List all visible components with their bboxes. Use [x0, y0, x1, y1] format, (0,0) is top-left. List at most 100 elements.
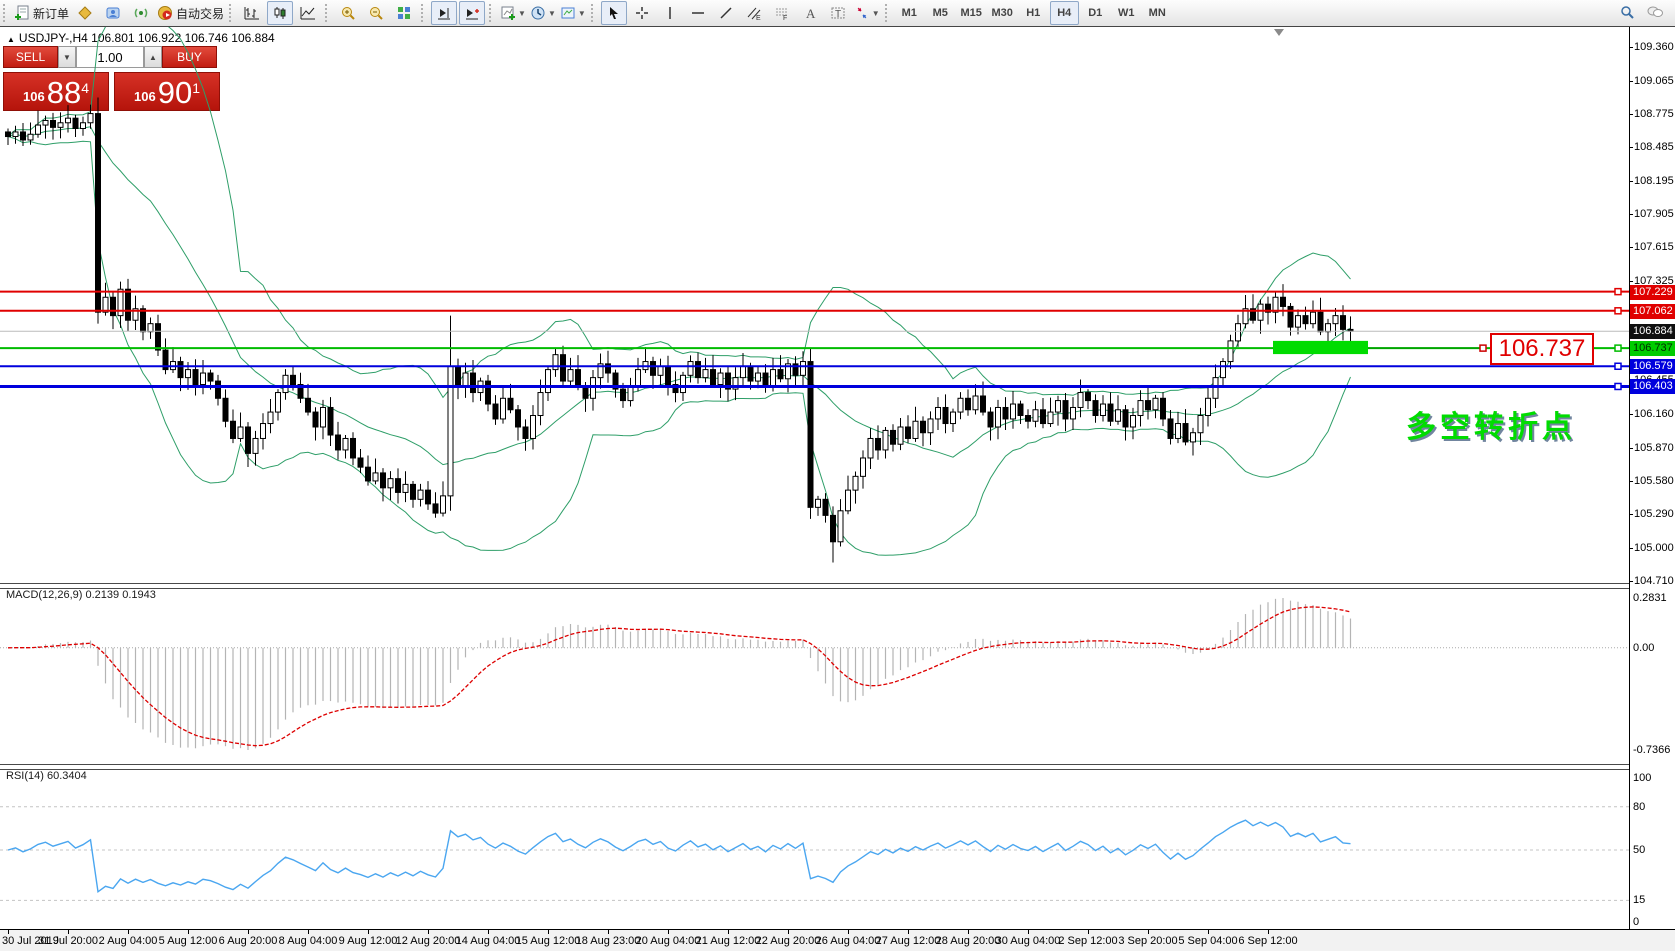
price-badge-107.229: 107.229 [1630, 285, 1675, 300]
candle [988, 407, 993, 440]
auto-scroll-button[interactable] [459, 1, 485, 25]
chevron-down-icon[interactable]: ▼ [872, 9, 880, 18]
chevron-down-icon[interactable]: ▼ [518, 9, 526, 18]
time-tick-mark [908, 930, 909, 934]
price-chart[interactable] [0, 27, 1629, 584]
timeframe-button-m5[interactable]: M5 [926, 1, 955, 25]
zoom-in-button[interactable] [335, 1, 361, 25]
timeframe-button-h4[interactable]: H4 [1050, 1, 1079, 25]
svg-text:A: A [806, 6, 816, 21]
candle [1296, 309, 1301, 334]
profile-button[interactable] [100, 1, 126, 25]
candle [816, 496, 821, 516]
timeframe-button-m1[interactable]: M1 [895, 1, 924, 25]
price-annotation-box[interactable]: 106.737 [1490, 333, 1594, 365]
label-button[interactable]: T [825, 1, 851, 25]
support-zone-rect[interactable] [1273, 341, 1368, 354]
time-tick-label: 28 Aug 20:00 [936, 935, 1001, 947]
hline-marker[interactable] [1615, 345, 1621, 351]
trendline-icon [718, 5, 734, 21]
time-tick-mark [68, 930, 69, 934]
time-axis[interactable]: 30 Jul 201931 Jul 20:002 Aug 04:005 Aug … [0, 930, 1675, 951]
macd-chart[interactable] [0, 588, 1629, 764]
time-tick-label: 21 Aug 12:00 [696, 935, 761, 947]
macd-label: MACD(12,26,9) 0.2139 0.1943 [6, 589, 156, 601]
candle [516, 405, 521, 441]
new-order-icon [14, 5, 30, 21]
timeframe-button-h1[interactable]: H1 [1019, 1, 1048, 25]
chat-icon [1646, 4, 1664, 23]
macd-axis-label: 0.2831 [1633, 592, 1667, 604]
search-button[interactable] [1614, 1, 1640, 25]
auto-trading-button[interactable]: 自动交易 [156, 1, 225, 25]
text-button[interactable]: A [797, 1, 823, 25]
candle [313, 407, 318, 440]
chat-button[interactable] [1642, 1, 1668, 25]
toolbar-grip [229, 4, 234, 22]
candle [306, 384, 311, 416]
line-chart-button[interactable] [295, 1, 321, 25]
rsi-line [8, 820, 1351, 892]
time-tick-label: 5 Aug 12:00 [159, 935, 218, 947]
macd-axis-label: 0.00 [1633, 642, 1654, 654]
candle [276, 389, 281, 420]
templates-button[interactable]: ▼ [559, 1, 587, 25]
hline-button[interactable] [685, 1, 711, 25]
news-signal-button[interactable] [128, 1, 154, 25]
candle [448, 316, 453, 511]
candle [801, 351, 806, 386]
hline-marker[interactable] [1615, 308, 1621, 314]
signal-icon [133, 5, 149, 21]
candle [1258, 299, 1263, 333]
chevron-down-icon[interactable]: ▼ [548, 9, 556, 18]
turning-point-label[interactable]: 多空转折点 [1406, 402, 1576, 446]
crosshair-button[interactable] [629, 1, 655, 25]
candle [246, 422, 251, 467]
candle [658, 359, 663, 388]
timeframe-button-m15[interactable]: M15 [957, 1, 986, 25]
candle [733, 367, 738, 400]
community-button[interactable] [72, 1, 98, 25]
cursor-button[interactable] [601, 1, 627, 25]
candle [696, 353, 701, 384]
chart-shift-button[interactable] [431, 1, 457, 25]
tile-windows-button[interactable] [391, 1, 417, 25]
timeframe-button-w1[interactable]: W1 [1112, 1, 1141, 25]
tiles-icon [396, 5, 412, 21]
candle [13, 126, 18, 144]
indicators-button[interactable]: ▼ [499, 1, 527, 25]
bar-chart-button[interactable] [239, 1, 265, 25]
periods-button[interactable]: ▼ [529, 1, 557, 25]
candle [861, 450, 866, 488]
candle-chart-button[interactable] [267, 1, 293, 25]
candle [328, 397, 333, 446]
fibo-button[interactable]: F [769, 1, 795, 25]
hline-marker[interactable] [1615, 363, 1621, 369]
time-tick-mark [788, 930, 789, 934]
candle [403, 471, 408, 502]
candle [493, 395, 498, 425]
price-badge-106.579: 106.579 [1630, 359, 1675, 374]
time-tick-mark [428, 930, 429, 934]
arrows-button[interactable]: ▼ [853, 1, 881, 25]
vline-button[interactable] [657, 1, 683, 25]
candle [253, 431, 258, 466]
chart-shift-marker-icon[interactable] [1274, 29, 1284, 36]
candle [1251, 294, 1256, 323]
timeframe-button-m30[interactable]: M30 [988, 1, 1017, 25]
candle [193, 359, 198, 395]
hline-marker[interactable] [1615, 289, 1621, 295]
candle [778, 355, 783, 382]
new-order-button[interactable]: 新订单 [13, 1, 70, 25]
timeframe-button-d1[interactable]: D1 [1081, 1, 1110, 25]
candle [1318, 298, 1323, 335]
zoom-out-button[interactable] [363, 1, 389, 25]
rsi-chart[interactable] [0, 768, 1629, 929]
hline-marker[interactable] [1615, 383, 1621, 389]
timeframe-button-mn[interactable]: MN [1143, 1, 1172, 25]
candle [51, 113, 56, 140]
candle [531, 405, 536, 449]
chevron-down-icon[interactable]: ▼ [578, 9, 586, 18]
channel-button[interactable]: E [741, 1, 767, 25]
trendline-button[interactable] [713, 1, 739, 25]
